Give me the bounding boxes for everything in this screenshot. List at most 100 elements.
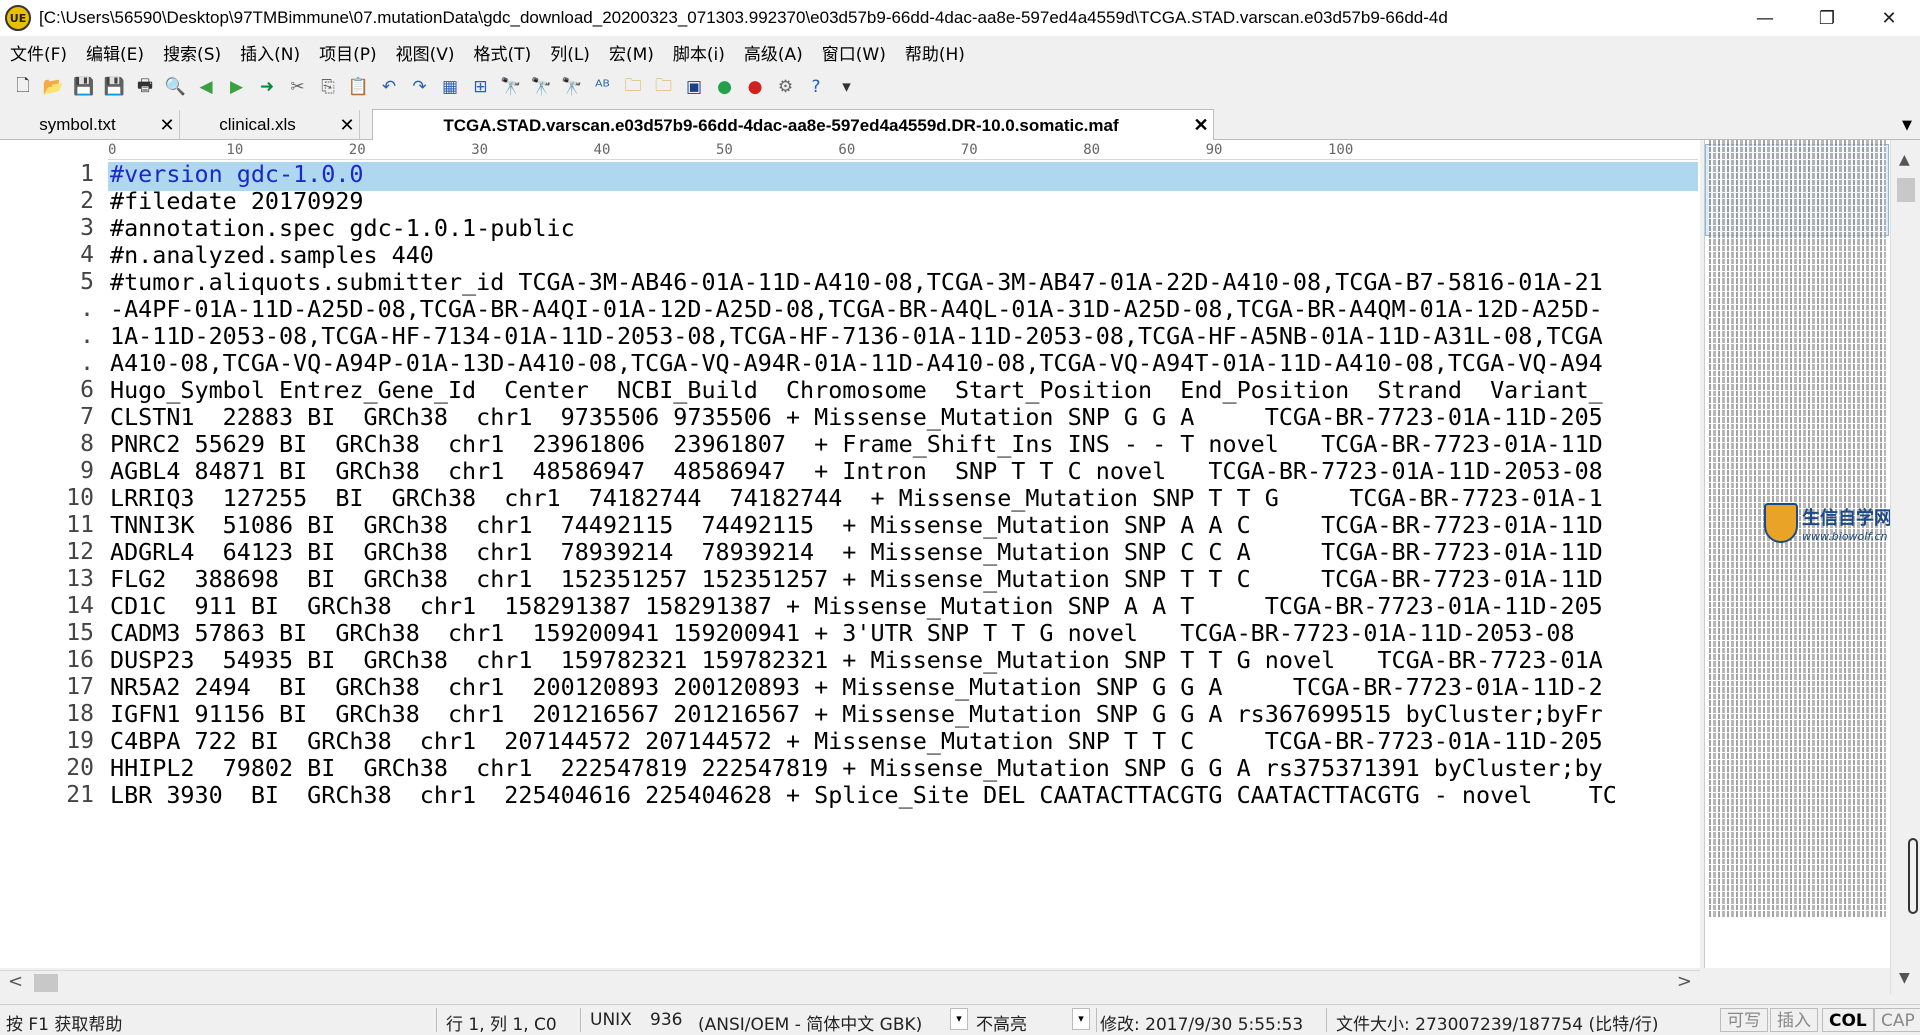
scrollbar-thumb[interactable]	[1897, 178, 1915, 202]
close-window-button[interactable]: ✕	[1858, 0, 1920, 36]
save-all-icon[interactable]: 💾	[102, 74, 128, 100]
menu-item[interactable]: 窗口(W)	[822, 40, 886, 65]
scroll-left-icon[interactable]: <	[8, 971, 23, 992]
scroll-down-icon[interactable]: ▼	[1899, 970, 1910, 986]
minimap-line	[1709, 720, 1886, 727]
minimap-line	[1709, 192, 1886, 200]
menu-item[interactable]: 项目(P)	[319, 40, 377, 65]
minimap-line	[1709, 463, 1886, 470]
minimap-line	[1709, 871, 1886, 879]
tab-maf-file[interactable]: TCGA.STAD.varscan.e03d57b9-66dd-4dac-aa8…	[372, 109, 1214, 141]
menu-item[interactable]: 插入(N)	[240, 40, 300, 65]
minimap-line	[1709, 812, 1886, 820]
scroll-right-icon[interactable]: >	[1677, 971, 1692, 992]
minimap-line	[1709, 647, 1886, 655]
tab-list-dropdown-icon[interactable]: ▼	[1902, 118, 1912, 133]
highlight-dropdown-icon[interactable]: ▾	[1072, 1008, 1090, 1030]
column-mode-icon[interactable]: ▦	[437, 74, 463, 100]
settings-icon[interactable]: ⚙	[773, 74, 799, 100]
redo-icon[interactable]: ↷	[407, 74, 433, 100]
menu-item[interactable]: 文件(F)	[10, 40, 67, 65]
menu-item[interactable]: 宏(M)	[609, 40, 654, 65]
tab-symbol-txt[interactable]: symbol.txt ✕	[0, 110, 180, 140]
tab-clinical-xls[interactable]: clinical.xls ✕	[180, 110, 360, 140]
minimap-line	[1709, 568, 1886, 576]
status-writable[interactable]: 可写	[1720, 1008, 1768, 1032]
print-icon[interactable]: 🖶	[132, 74, 158, 100]
help-icon[interactable]: ?	[803, 74, 829, 100]
cut-icon[interactable]: ✂	[285, 74, 311, 100]
line-number-gutter[interactable]: 1 2 3 4 5... 6 7 8 9 10 11 12 13 14 15 16 17 18 19 20 21	[0, 161, 104, 968]
open-folder-icon[interactable]: 📂	[41, 74, 67, 100]
goto-icon[interactable]: ➜	[254, 74, 280, 100]
minimap-line	[1709, 845, 1886, 853]
restore-button[interactable]: ❐	[1796, 0, 1858, 36]
minimize-button[interactable]: —	[1734, 0, 1796, 36]
line-number[interactable]: 21	[66, 779, 94, 812]
find-prev-icon[interactable]: 🔭	[559, 74, 585, 100]
close-icon[interactable]: ✕	[155, 115, 179, 136]
status-col-mode[interactable]: COL	[1822, 1008, 1874, 1032]
status-highlight[interactable]: 不高亮	[976, 1010, 1027, 1035]
status-encoding[interactable]: (ANSI/OEM - 简体中文 GBK)	[698, 1010, 922, 1035]
ruler-tick-label: 40	[593, 142, 611, 158]
minimap-line	[1709, 740, 1886, 747]
menu-item[interactable]: 高级(A)	[744, 40, 803, 65]
minimap-line	[1709, 370, 1886, 378]
status-codepage[interactable]: 936	[650, 1010, 682, 1030]
run-macro-icon[interactable]: ▣	[681, 74, 707, 100]
menu-item[interactable]: 帮助(H)	[905, 40, 965, 65]
text-area[interactable]: #version gdc-1.0.0 #filedate 20170929 #ann…	[108, 162, 1698, 968]
minimap[interactable]	[1704, 140, 1890, 968]
find-next-icon[interactable]: 🔭	[529, 74, 555, 100]
back-icon[interactable]: ◀	[193, 74, 219, 100]
menu-item[interactable]: 列(L)	[550, 40, 590, 65]
paste-icon[interactable]: 📋	[346, 74, 372, 100]
window-title: [C:\Users\56590\Desktop\97TMBimmune\07.m…	[39, 8, 1448, 27]
minimap-line	[1709, 608, 1886, 615]
minimap-line	[1709, 351, 1886, 358]
minimap-line	[1709, 667, 1886, 675]
forward-icon[interactable]: ▶	[224, 74, 250, 100]
save-icon[interactable]: 💾	[71, 74, 97, 100]
menu-item[interactable]: 搜索(S)	[163, 40, 221, 65]
find-icon[interactable]: 🔭	[498, 74, 524, 100]
scrollbar-thumb[interactable]	[34, 974, 58, 992]
spell-check-icon[interactable]: ᴬᴮ	[590, 74, 616, 100]
close-icon[interactable]: ✕	[335, 115, 359, 136]
text-line[interactable]: LBR 3930 BI GRCh38 chr1 225404616 225404…	[108, 779, 1698, 812]
menu-item[interactable]: 格式(T)	[474, 40, 532, 65]
toolbar-more-icon[interactable]: ▾	[834, 74, 860, 100]
stop-record-icon[interactable]: ●	[742, 74, 768, 100]
minimap-line	[1709, 443, 1886, 450]
status-line-ending[interactable]: UNIX	[590, 1010, 632, 1030]
find-in-files-icon[interactable]: 🗀	[620, 74, 646, 100]
minimap-line	[1709, 265, 1886, 272]
encoding-dropdown-icon[interactable]: ▾	[950, 1008, 968, 1030]
minimap-line	[1709, 707, 1886, 714]
menu-bar: 文件(F) 编辑(E) 搜索(S) 插入(N) 项目(P) 视图(V) 格式(T) 列(L) 宏…	[0, 36, 1920, 68]
minimap-line	[1709, 232, 1886, 239]
status-insert[interactable]: 插入	[1770, 1008, 1818, 1032]
scroll-up-icon[interactable]: ▲	[1899, 152, 1910, 168]
menu-item[interactable]: 编辑(E)	[86, 40, 144, 65]
minimap-line	[1709, 238, 1886, 246]
minimap-line	[1709, 186, 1886, 193]
menu-item[interactable]: 视图(V)	[396, 40, 455, 65]
replace-in-files-icon[interactable]: 🗀	[651, 74, 677, 100]
horizontal-scrollbar[interactable]: < >	[0, 970, 1700, 994]
hex-mode-icon[interactable]: ⊞	[468, 74, 494, 100]
minimap-line	[1709, 212, 1886, 220]
new-file-icon[interactable]: 🗋	[10, 74, 36, 100]
print-preview-icon[interactable]: 🔍	[163, 74, 189, 100]
undo-icon[interactable]: ↶	[376, 74, 402, 100]
menu-item[interactable]: 脚本(i)	[673, 40, 725, 65]
app-logo-icon: UE	[5, 5, 31, 31]
minimap-line	[1709, 852, 1886, 859]
minimap-line	[1709, 140, 1886, 147]
start-record-icon[interactable]: ●	[712, 74, 738, 100]
minimap-line	[1709, 456, 1886, 464]
close-icon[interactable]: ✕	[1189, 115, 1213, 136]
copy-icon[interactable]: ⎘	[315, 74, 341, 100]
editor-pane[interactable]: 0 10 20 30 40 50 60 70 80 90 100 1 2 3 4 5... 6 7 8 9 10 11 1…	[0, 140, 1700, 968]
